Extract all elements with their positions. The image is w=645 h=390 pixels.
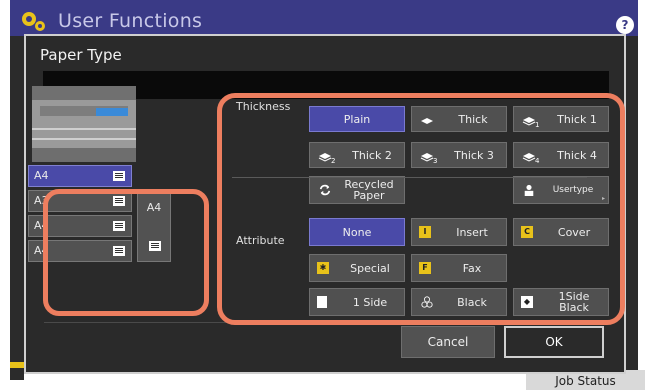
printer-illustration [32, 86, 136, 162]
list-icon [149, 241, 161, 251]
status-indicator [10, 362, 24, 368]
tray-list: A4 A3 A4 A4 [28, 165, 134, 265]
section-divider [232, 177, 587, 178]
black-button-label: Black [457, 295, 487, 309]
cover-button-label: Cover [557, 225, 591, 239]
user-icon [524, 184, 534, 196]
fax-button-label: Fax [462, 261, 482, 275]
special-button[interactable]: ✱ Special [309, 254, 405, 282]
paper-stack-icon [522, 117, 536, 126]
list-icon [113, 246, 125, 256]
paper-stack-icon [318, 153, 332, 162]
list-icon [113, 196, 125, 206]
recycled-paper-label-line2: Paper [353, 189, 385, 202]
thick-2-subscript: 2 [331, 157, 336, 165]
one-side-black-label-line2: Black [559, 301, 589, 314]
attribute-label: Attribute [236, 234, 285, 247]
thick-3-subscript: 3 [433, 157, 438, 165]
cancel-button[interactable]: Cancel [401, 326, 495, 358]
none-button-label: None [342, 225, 372, 239]
thick-button[interactable]: Thick [411, 106, 507, 132]
bypass-tray-label: A4 [146, 201, 162, 214]
thick-2-button[interactable]: 2 Thick 2 [309, 142, 405, 168]
tray-label: A4 [34, 244, 49, 257]
list-icon [113, 221, 125, 231]
bypass-tray[interactable]: A4 [137, 190, 171, 262]
paper-stack-icon [420, 153, 434, 162]
app-title: User Functions [58, 10, 203, 32]
background-panel-right [624, 36, 638, 380]
paper-stack-icon [421, 118, 433, 124]
usertype-button-label: Usertype [552, 184, 594, 195]
dialog-title: Paper Type [40, 46, 122, 64]
cover-button[interactable]: C Cover [513, 218, 609, 246]
tray-label: A4 [34, 219, 49, 232]
usertype-button[interactable]: Usertype ▸ [513, 176, 609, 204]
thick-3-button-label: Thick 3 [454, 148, 494, 162]
one-side-button[interactable]: 1 Side [309, 288, 405, 316]
submenu-arrow-icon: ▸ [601, 195, 605, 202]
one-side-black-icon: ◆ [521, 296, 533, 308]
special-icon: ✱ [317, 262, 329, 274]
tray-3[interactable]: A4 [28, 215, 132, 237]
recycle-icon [319, 184, 331, 196]
list-icon [113, 171, 125, 181]
thick-button-label: Thick [458, 112, 488, 126]
fax-button[interactable]: F Fax [411, 254, 507, 282]
insert-button-label: Insert [456, 225, 488, 239]
thickness-label: Thickness [236, 100, 291, 113]
black-icon [421, 296, 433, 308]
thick-4-subscript: 4 [535, 157, 540, 165]
help-icon[interactable]: ? [616, 16, 634, 34]
none-button[interactable]: None [309, 218, 405, 246]
plain-button-label: Plain [343, 112, 371, 126]
tray-label: A3 [34, 194, 49, 207]
plain-button[interactable]: Plain [309, 106, 405, 132]
thick-1-button[interactable]: 1 Thick 1 [513, 106, 609, 132]
gear-icon [22, 12, 45, 31]
recycled-paper-button[interactable]: Recycled Paper [309, 176, 405, 204]
one-side-black-button[interactable]: ◆ 1Side Black [513, 288, 609, 316]
thick-1-button-label: Thick 1 [557, 112, 597, 126]
tray-label: A4 [34, 169, 49, 182]
paper-stack-icon [522, 153, 536, 162]
tray-1[interactable]: A4 [28, 165, 132, 187]
recycled-paper-label: Recycled Paper [336, 177, 402, 203]
insert-button[interactable]: I Insert [411, 218, 507, 246]
thick-4-button[interactable]: 4 Thick 4 [513, 142, 609, 168]
cover-icon: C [521, 226, 533, 238]
one-side-button-label: 1 Side [352, 295, 388, 309]
tray-4[interactable]: A4 [28, 240, 132, 262]
special-button-label: Special [350, 261, 390, 275]
one-side-black-label: 1Side Black [542, 289, 606, 315]
one-side-icon [317, 296, 327, 308]
thick-2-button-label: Thick 2 [352, 148, 392, 162]
thick-3-button[interactable]: 3 Thick 3 [411, 142, 507, 168]
thick-1-subscript: 1 [535, 121, 540, 129]
thick-4-button-label: Thick 4 [557, 148, 597, 162]
background-panel-left [10, 36, 24, 380]
ok-button[interactable]: OK [504, 326, 604, 358]
footer-divider [44, 322, 614, 323]
tray-2[interactable]: A3 [28, 190, 132, 212]
insert-icon: I [419, 226, 431, 238]
fax-icon: F [419, 262, 431, 274]
black-button[interactable]: Black [411, 288, 507, 316]
